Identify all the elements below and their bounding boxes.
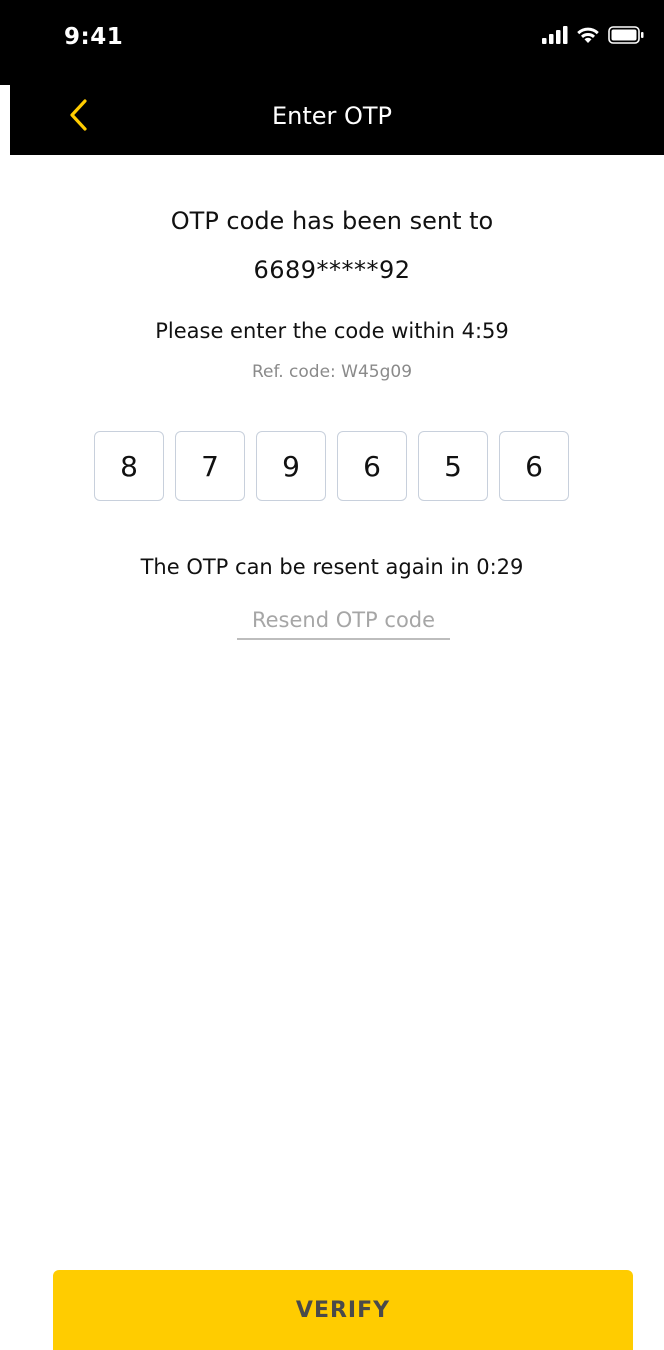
resend-otp-link[interactable]: Resend OTP code — [237, 608, 450, 640]
battery-icon — [608, 26, 644, 44]
status-icons — [542, 26, 644, 44]
otp-digit-input-4[interactable]: 6 — [337, 431, 407, 501]
otp-input-group: 8 7 9 6 5 6 — [94, 431, 569, 501]
otp-digit-input-2[interactable]: 7 — [175, 431, 245, 501]
otp-digit-input-5[interactable]: 5 — [418, 431, 488, 501]
masked-phone-number: 6689*****92 — [253, 256, 411, 284]
otp-digit-input-1[interactable]: 8 — [94, 431, 164, 501]
page-title: Enter OTP — [271, 102, 393, 130]
verify-button[interactable]: VERIFY — [53, 1270, 633, 1350]
otp-expiry-text: Please enter the code within 4:59 — [155, 319, 509, 343]
signal-icon — [542, 26, 568, 44]
nav-bar: Enter OTP — [10, 85, 664, 155]
status-bar: 9:41 — [0, 0, 664, 85]
ref-code-text: Ref. code: W45g09 — [251, 362, 413, 382]
status-time: 9:41 — [64, 24, 124, 50]
otp-sent-text: OTP code has been sent to — [170, 207, 494, 235]
wifi-icon — [576, 26, 600, 44]
resend-countdown-text: The OTP can be resent again in 0:29 — [140, 555, 524, 579]
otp-digit-input-6[interactable]: 6 — [499, 431, 569, 501]
otp-digit-input-3[interactable]: 9 — [256, 431, 326, 501]
